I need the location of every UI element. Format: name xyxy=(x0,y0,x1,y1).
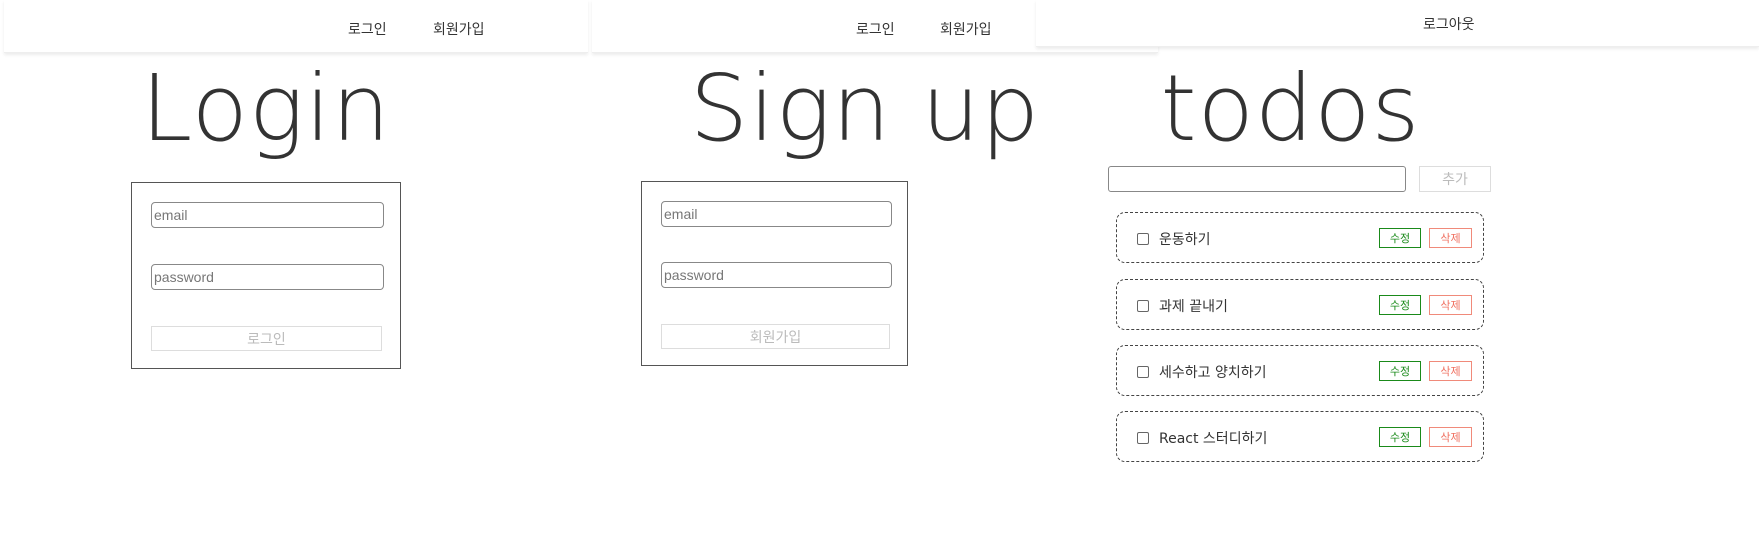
todo-checkbox[interactable] xyxy=(1137,432,1149,444)
navbar: 로그인 회원가입 xyxy=(4,0,588,53)
edit-button[interactable]: 수정 xyxy=(1379,361,1421,381)
signup-form: 회원가입 xyxy=(641,181,908,366)
password-field[interactable] xyxy=(151,264,384,290)
delete-button[interactable]: 삭제 xyxy=(1429,427,1472,447)
nav-signup-link[interactable]: 회원가입 xyxy=(940,19,992,39)
email-field[interactable] xyxy=(151,202,384,228)
email-field[interactable] xyxy=(661,201,892,227)
login-form: 로그인 xyxy=(131,182,401,369)
page-title: todos xyxy=(1160,55,1421,162)
edit-button[interactable]: 수정 xyxy=(1379,295,1421,315)
todo-item: 운동하기 수정 삭제 xyxy=(1116,212,1484,263)
login-button[interactable]: 로그인 xyxy=(151,326,382,351)
todo-item: 과제 끝내기 수정 삭제 xyxy=(1116,279,1484,330)
todo-checkbox[interactable] xyxy=(1137,366,1149,378)
todo-item: 세수하고 양치하기 수정 삭제 xyxy=(1116,345,1484,396)
todo-screen: 로그아웃 todos 추가 운동하기 수정 삭제 과제 끝내기 수정 삭제 세수… xyxy=(1036,0,1759,559)
delete-button[interactable]: 삭제 xyxy=(1429,228,1472,248)
navbar: 로그아웃 xyxy=(1036,0,1759,47)
login-screen: 로그인 회원가입 Login 로그인 xyxy=(0,0,592,559)
todo-text: 세수하고 양치하기 xyxy=(1159,365,1267,381)
page-title: Login xyxy=(140,55,391,162)
delete-button[interactable]: 삭제 xyxy=(1429,361,1472,381)
password-field[interactable] xyxy=(661,262,892,288)
edit-button[interactable]: 수정 xyxy=(1379,228,1421,248)
delete-button[interactable]: 삭제 xyxy=(1429,295,1472,315)
nav-login-link[interactable]: 로그인 xyxy=(348,19,387,39)
nav-logout-link[interactable]: 로그아웃 xyxy=(1423,14,1475,34)
signup-button[interactable]: 회원가입 xyxy=(661,324,890,349)
add-todo-button[interactable]: 추가 xyxy=(1419,166,1491,192)
edit-button[interactable]: 수정 xyxy=(1379,427,1421,447)
todo-checkbox[interactable] xyxy=(1137,300,1149,312)
todo-checkbox[interactable] xyxy=(1137,233,1149,245)
nav-login-link[interactable]: 로그인 xyxy=(856,19,895,39)
todo-item: React 스터디하기 수정 삭제 xyxy=(1116,411,1484,462)
nav-signup-link[interactable]: 회원가입 xyxy=(433,19,485,39)
todo-text: 과제 끝내기 xyxy=(1159,299,1228,315)
new-todo-input[interactable] xyxy=(1108,166,1406,192)
todo-text: 운동하기 xyxy=(1159,232,1211,248)
todo-text: React 스터디하기 xyxy=(1159,431,1268,447)
